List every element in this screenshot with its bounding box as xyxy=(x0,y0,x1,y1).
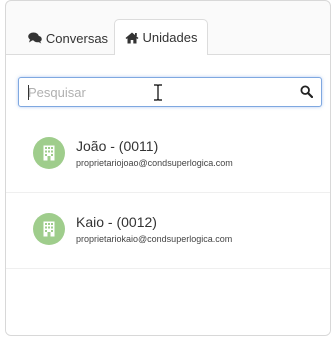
tab-conversas[interactable]: Conversas xyxy=(26,21,110,55)
tab-conversas-label: Conversas xyxy=(45,30,109,46)
units-list: João - (0011) proprietariojoao@condsuper… xyxy=(6,117,330,269)
avatar xyxy=(33,137,65,169)
chat-panel: Conversas Unidades Pesquisar João - (001… xyxy=(5,0,331,336)
unit-email: proprietariokaio@condsuperlogica.com xyxy=(76,234,233,244)
building-icon xyxy=(43,221,55,237)
units-tab-content: João - (0011) proprietariojoao@condsuper… xyxy=(6,55,330,335)
list-item[interactable]: João - (0011) proprietariojoao@condsuper… xyxy=(6,117,330,193)
mouse-cursor-ibeam-icon xyxy=(153,84,163,101)
avatar xyxy=(33,213,65,245)
building-icon xyxy=(43,145,55,161)
search-box xyxy=(18,77,322,107)
list-item[interactable]: Kaio - (0012) proprietariokaio@condsuper… xyxy=(6,193,330,269)
unit-name: João - (0011) xyxy=(76,138,159,154)
unit-name: Kaio - (0012) xyxy=(76,214,157,230)
search-icon[interactable] xyxy=(300,85,314,99)
tab-unidades-label: Unidades xyxy=(142,30,198,45)
unit-email: proprietariojoao@condsuperlogica.com xyxy=(76,158,233,168)
comments-icon xyxy=(28,32,42,44)
text-caret xyxy=(28,85,29,100)
home-icon xyxy=(125,32,139,44)
tab-unidades[interactable]: Unidades xyxy=(114,19,208,56)
tab-bar: Conversas Unidades xyxy=(6,1,330,56)
